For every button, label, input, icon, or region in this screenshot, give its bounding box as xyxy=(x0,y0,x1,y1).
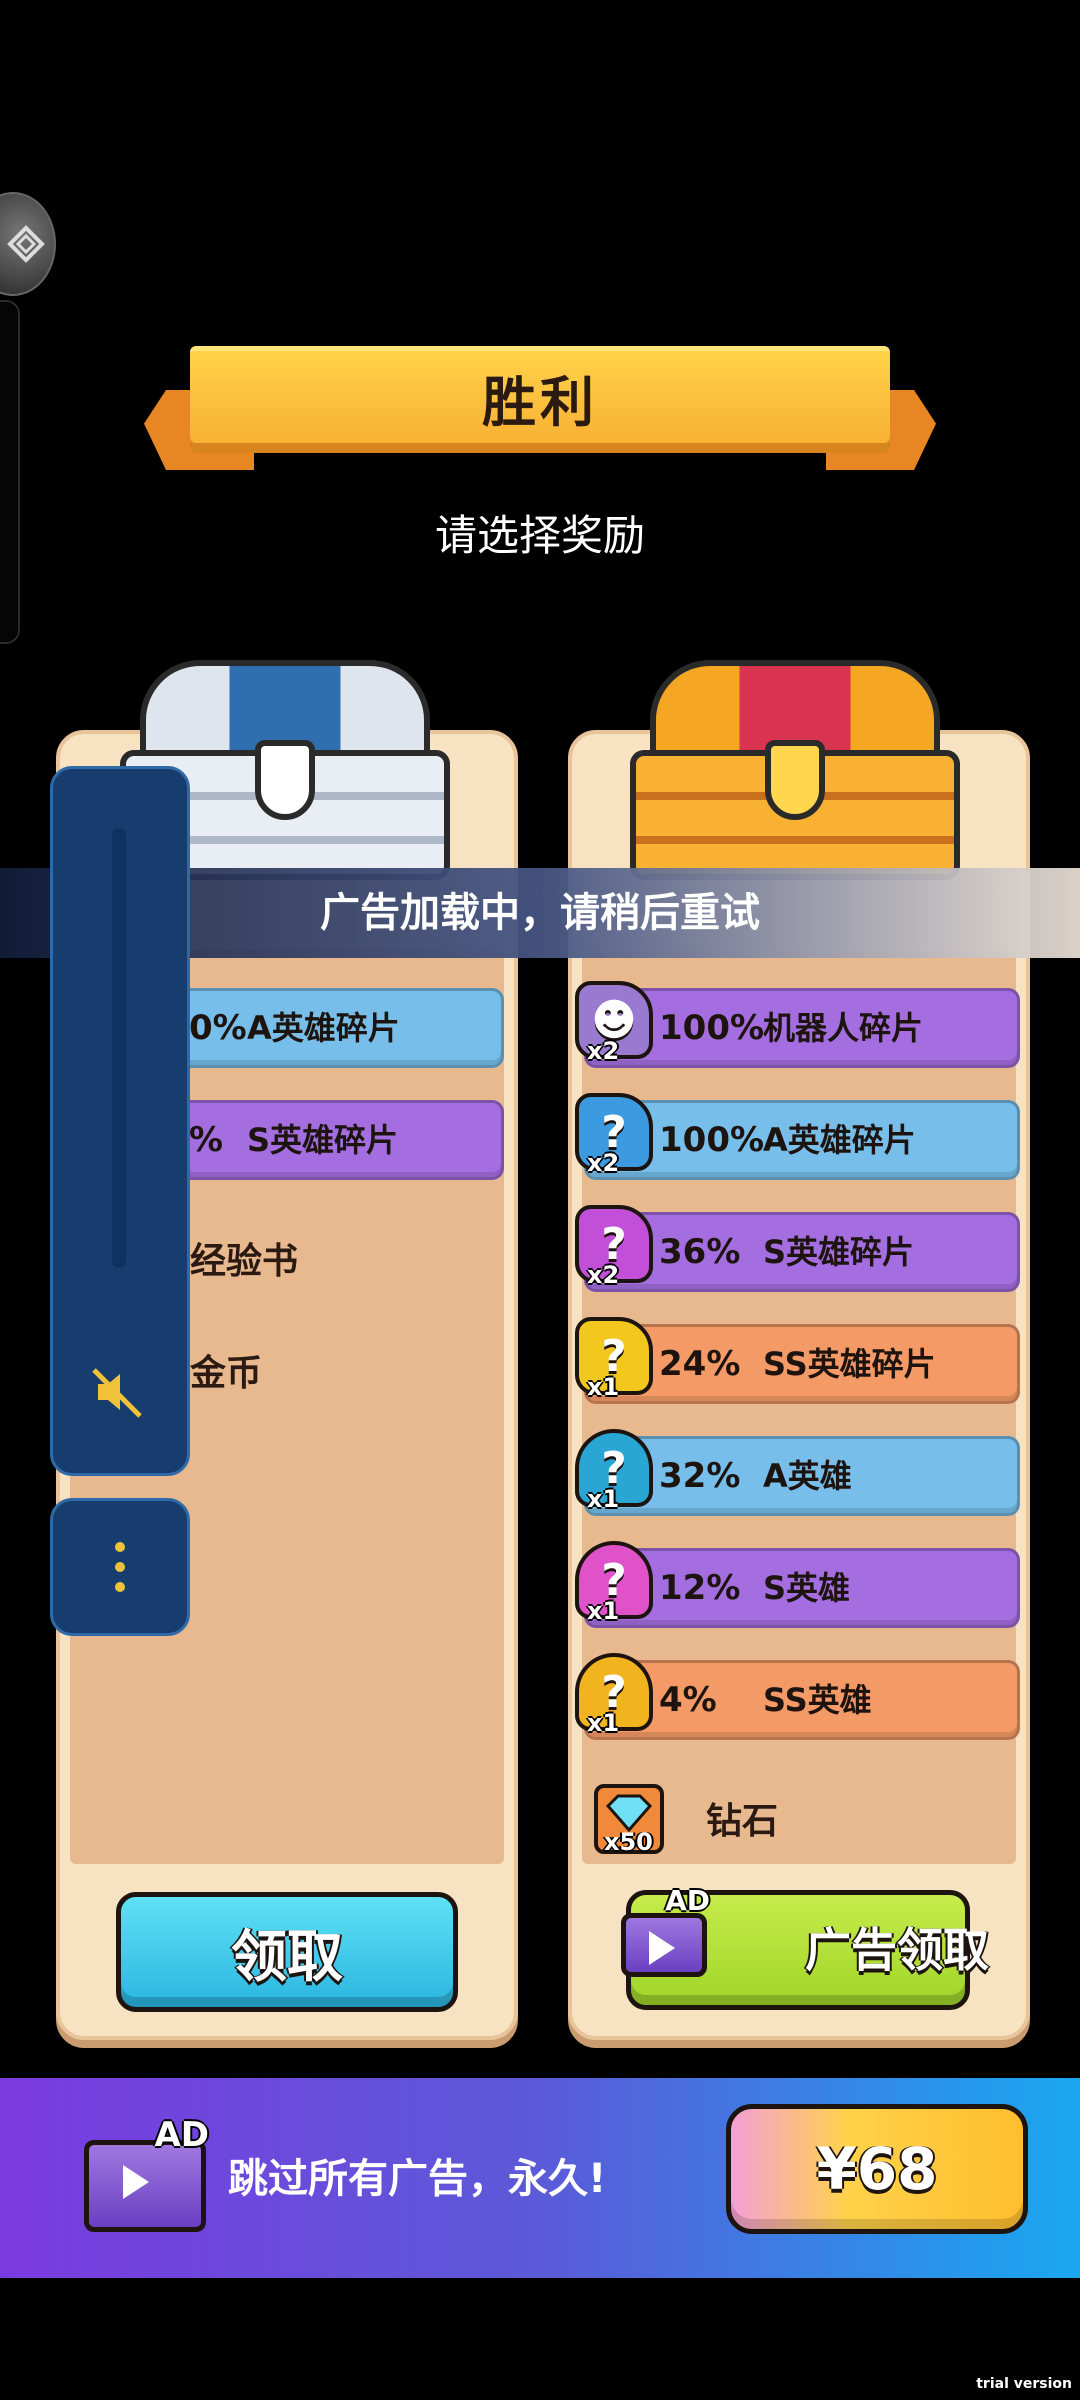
right-reward-row: ? x2 100% A英雄碎片 xyxy=(575,1093,1020,1180)
more-vertical-icon xyxy=(115,1542,125,1592)
right-reward-row: ☻ x2 100% 机器人碎片 xyxy=(575,981,1020,1068)
trial-watermark: trial version xyxy=(976,2376,1072,2392)
right-reward-row: ? x2 36% S英雄碎片 xyxy=(575,1205,1020,1292)
left-item-exp-book: 经验书 xyxy=(190,1241,299,1282)
reward-subtitle: 请选择奖励 xyxy=(434,511,645,560)
banner-plate: 胜利 xyxy=(190,346,890,443)
ad-claim-button[interactable]: AD 广告领取 xyxy=(621,1884,989,2010)
victory-banner: 胜利 xyxy=(144,336,936,476)
right-reward-row: ? x1 4% SS英雄 xyxy=(575,1653,1020,1740)
banner-title: 胜利 xyxy=(482,370,598,434)
right-reward-row: ? x1 24% SS英雄碎片 xyxy=(575,1317,1020,1404)
mute-icon[interactable] xyxy=(88,1362,148,1422)
diamond-icon: x50 xyxy=(594,1784,664,1856)
right-reward-row: ? x1 32% A英雄 xyxy=(575,1429,1020,1516)
right-item-diamond: 钻石 xyxy=(706,1801,779,1842)
volume-slider[interactable] xyxy=(112,828,126,1268)
more-options-button[interactable] xyxy=(50,1498,190,1636)
gold-chest-icon xyxy=(630,660,960,880)
right-reward-row: ? x1 12% S英雄 xyxy=(575,1541,1020,1628)
ad-video-icon: AD xyxy=(621,1884,710,1977)
promo-text: 跳过所有广告，永久! xyxy=(228,2156,607,2202)
floating-shortcut-button[interactable] xyxy=(0,192,56,296)
diamond-nav-icon xyxy=(7,225,45,263)
left-reward-row-s-shard: % S英雄碎片 xyxy=(140,1100,504,1180)
left-item-gold: 金币 xyxy=(190,1353,263,1394)
ad-video-icon: AD xyxy=(84,2115,209,2232)
left-reward-row-a-shard: 0% A英雄碎片 xyxy=(140,988,504,1068)
edge-side-tab[interactable] xyxy=(0,300,20,644)
purchase-button[interactable]: ¥68 xyxy=(726,2104,1028,2234)
claim-button[interactable]: 领取 xyxy=(116,1892,458,2012)
